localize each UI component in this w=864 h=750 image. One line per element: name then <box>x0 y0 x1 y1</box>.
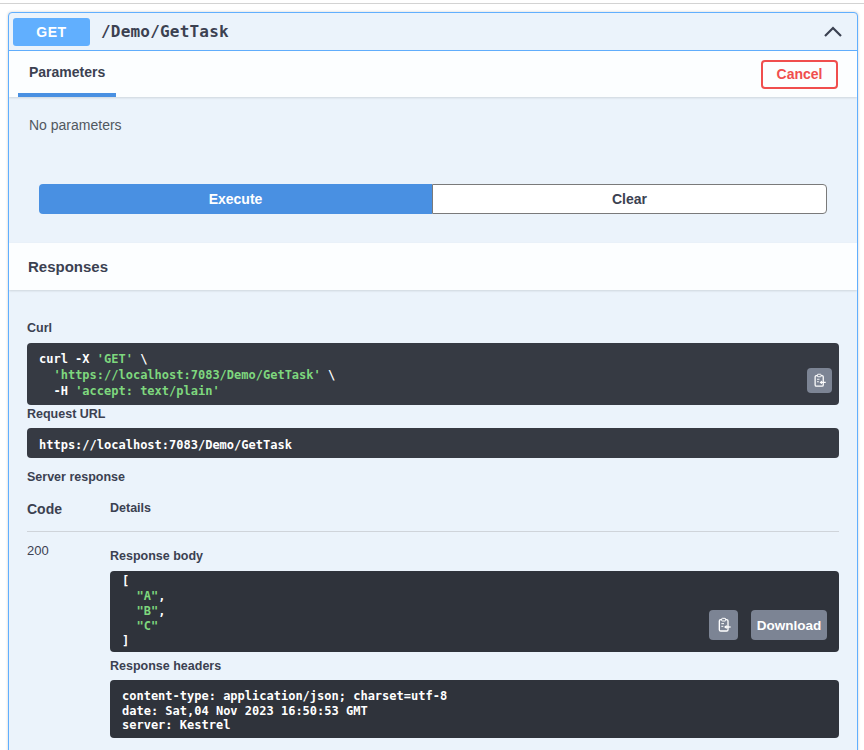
request-url-text: https://localhost:7083/Demo/GetTask <box>39 437 827 453</box>
collapse-chevron-icon[interactable] <box>823 25 843 38</box>
clipboard-icon <box>812 373 827 388</box>
code-column-header: Code <box>27 501 110 517</box>
server-response-label: Server response <box>27 470 839 484</box>
responses-title: Responses <box>28 258 108 275</box>
clear-button[interactable]: Clear <box>432 184 827 214</box>
table-header-row: Code Details <box>27 501 839 532</box>
copy-response-button[interactable] <box>709 610 738 640</box>
request-url-label: Request URL <box>27 407 839 421</box>
response-body-label: Response body <box>110 549 839 563</box>
execute-button[interactable]: Execute <box>39 184 432 214</box>
operation-path: /Demo/GetTask <box>101 22 229 41</box>
request-url-block: https://localhost:7083/Demo/GetTask <box>27 428 839 458</box>
response-headers-block: content-type: application/json; charset=… <box>110 680 839 738</box>
parameters-section-header: Parameters Cancel <box>9 51 857 97</box>
response-body-block: [ "A", "B", "C" ] Download <box>110 571 839 652</box>
response-headers-text: content-type: application/json; charset=… <box>122 689 827 733</box>
section-divider <box>0 3 864 4</box>
server-response-table: Code Details 200 Response body [ "A", "B… <box>27 501 839 738</box>
details-column-header: Details <box>110 501 839 517</box>
response-headers-label: Response headers <box>110 659 839 673</box>
curl-command-text: curl -X 'GET' \ 'https://localhost:7083/… <box>39 351 827 399</box>
response-details-cell: Response body [ "A", "B", "C" ] Download… <box>110 543 839 738</box>
tab-parameters-label: Parameters <box>29 64 105 80</box>
copy-curl-button[interactable] <box>807 368 832 393</box>
responses-body: Curl curl -X 'GET' \ 'https://localhost:… <box>9 290 857 738</box>
method-badge: GET <box>13 18 90 46</box>
cancel-button[interactable]: Cancel <box>761 60 838 89</box>
operation-summary[interactable]: GET /Demo/GetTask <box>9 13 857 51</box>
download-button[interactable]: Download <box>751 610 827 640</box>
parameters-body: No parameters <box>9 97 857 133</box>
response-status-code: 200 <box>27 543 110 738</box>
response-row: 200 Response body [ "A", "B", "C" ] Down… <box>27 543 839 738</box>
opblock-get: GET /Demo/GetTask Parameters Cancel No p… <box>8 12 858 750</box>
curl-label: Curl <box>27 321 839 335</box>
execute-row: Execute Clear <box>39 184 827 214</box>
curl-command-block: curl -X 'GET' \ 'https://localhost:7083/… <box>27 343 839 405</box>
tab-parameters[interactable]: Parameters <box>18 51 116 97</box>
clipboard-icon <box>716 617 732 633</box>
no-parameters-text: No parameters <box>29 117 837 133</box>
responses-section-header: Responses <box>9 243 857 290</box>
